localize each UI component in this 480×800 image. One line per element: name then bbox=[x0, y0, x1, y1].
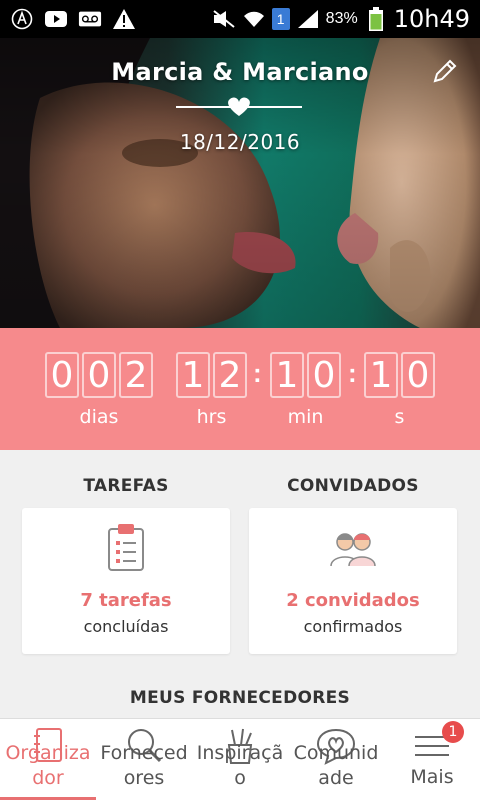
countdown-label: hrs bbox=[196, 406, 227, 428]
countdown-seconds: 1 0 s bbox=[364, 352, 435, 440]
countdown-digit: 1 bbox=[364, 352, 398, 398]
nav-label: Comunidade bbox=[293, 742, 379, 789]
nav-item-comunidade[interactable]: Comunidade bbox=[288, 719, 384, 800]
couple-names: Marcia & Marciano bbox=[111, 58, 369, 86]
countdown-digit: 2 bbox=[213, 352, 247, 398]
countdown-separator: : bbox=[253, 358, 262, 388]
clock: 10h49 bbox=[393, 5, 470, 33]
heart-divider-icon bbox=[176, 97, 302, 116]
nav-label: Mais bbox=[410, 766, 454, 788]
status-bar: 1 83% 10h49 bbox=[0, 0, 480, 38]
countdown-digit: 0 bbox=[45, 352, 79, 398]
countdown-label: dias bbox=[79, 406, 119, 428]
guests-icon bbox=[249, 522, 457, 574]
nav-label: Organizador bbox=[5, 742, 91, 789]
wedding-date: 18/12/2016 bbox=[179, 130, 301, 154]
nav-item-mais[interactable]: Mais 1 bbox=[384, 719, 480, 800]
countdown-label: s bbox=[394, 406, 405, 428]
wifi-icon bbox=[242, 8, 266, 30]
edit-pencil-icon[interactable] bbox=[430, 56, 460, 86]
guests-count: 2 convidados bbox=[286, 590, 420, 611]
tasks-card[interactable]: 7 tarefas concluídas bbox=[22, 508, 230, 654]
signal-icon bbox=[296, 8, 320, 30]
guests-status: confirmados bbox=[303, 617, 403, 636]
warning-icon bbox=[112, 8, 136, 30]
countdown-minutes: 1 0 min bbox=[270, 352, 341, 440]
countdown-digit: 0 bbox=[307, 352, 341, 398]
countdown-digit: 2 bbox=[119, 352, 153, 398]
sim-slot-icon: 1 bbox=[271, 8, 290, 30]
countdown-digit: 0 bbox=[82, 352, 116, 398]
menu-icon bbox=[384, 727, 480, 765]
countdown: 0 0 2 dias 1 2 hrs : 1 0 min : 1 0 s bbox=[0, 328, 480, 450]
countdown-digit: 1 bbox=[176, 352, 210, 398]
tasks-heading: TAREFAS bbox=[83, 476, 169, 496]
countdown-hours: 1 2 hrs bbox=[176, 352, 247, 440]
countdown-separator: : bbox=[348, 358, 357, 388]
notification-badge: 1 bbox=[442, 721, 464, 743]
voicemail-icon bbox=[78, 8, 102, 30]
tasks-status: concluídas bbox=[83, 617, 169, 636]
nav-label: Fornecedores bbox=[100, 742, 188, 789]
nav-item-organizador[interactable]: Organizador bbox=[0, 719, 96, 800]
youtube-icon bbox=[44, 8, 68, 30]
couple-hero: Marcia & Marciano 18/12/2016 bbox=[0, 38, 480, 328]
countdown-digit: 1 bbox=[270, 352, 304, 398]
guests-card[interactable]: 2 convidados confirmados bbox=[249, 508, 457, 654]
clipboard-icon bbox=[22, 522, 230, 574]
countdown-label: min bbox=[287, 406, 324, 428]
app-notification-icon bbox=[10, 8, 34, 30]
countdown-digit: 0 bbox=[401, 352, 435, 398]
dashboard: TAREFAS CONVIDADOS 7 tarefas concluídas bbox=[0, 450, 480, 718]
guests-heading: CONVIDADOS bbox=[287, 476, 419, 496]
providers-heading: MEUS FORNECEDORES bbox=[129, 688, 351, 708]
mute-icon bbox=[212, 8, 236, 30]
battery-icon bbox=[364, 7, 388, 31]
tasks-count: 7 tarefas bbox=[80, 590, 172, 611]
bottom-navigation: Organizador Fornecedores Inspiração Comu… bbox=[0, 718, 480, 800]
countdown-days: 0 0 2 dias bbox=[45, 352, 153, 440]
nav-item-inspiracao[interactable]: Inspiração bbox=[192, 719, 288, 800]
battery-percent: 83% bbox=[325, 10, 358, 27]
nav-label: Inspiração bbox=[196, 742, 284, 789]
nav-item-fornecedores[interactable]: Fornecedores bbox=[96, 719, 192, 800]
